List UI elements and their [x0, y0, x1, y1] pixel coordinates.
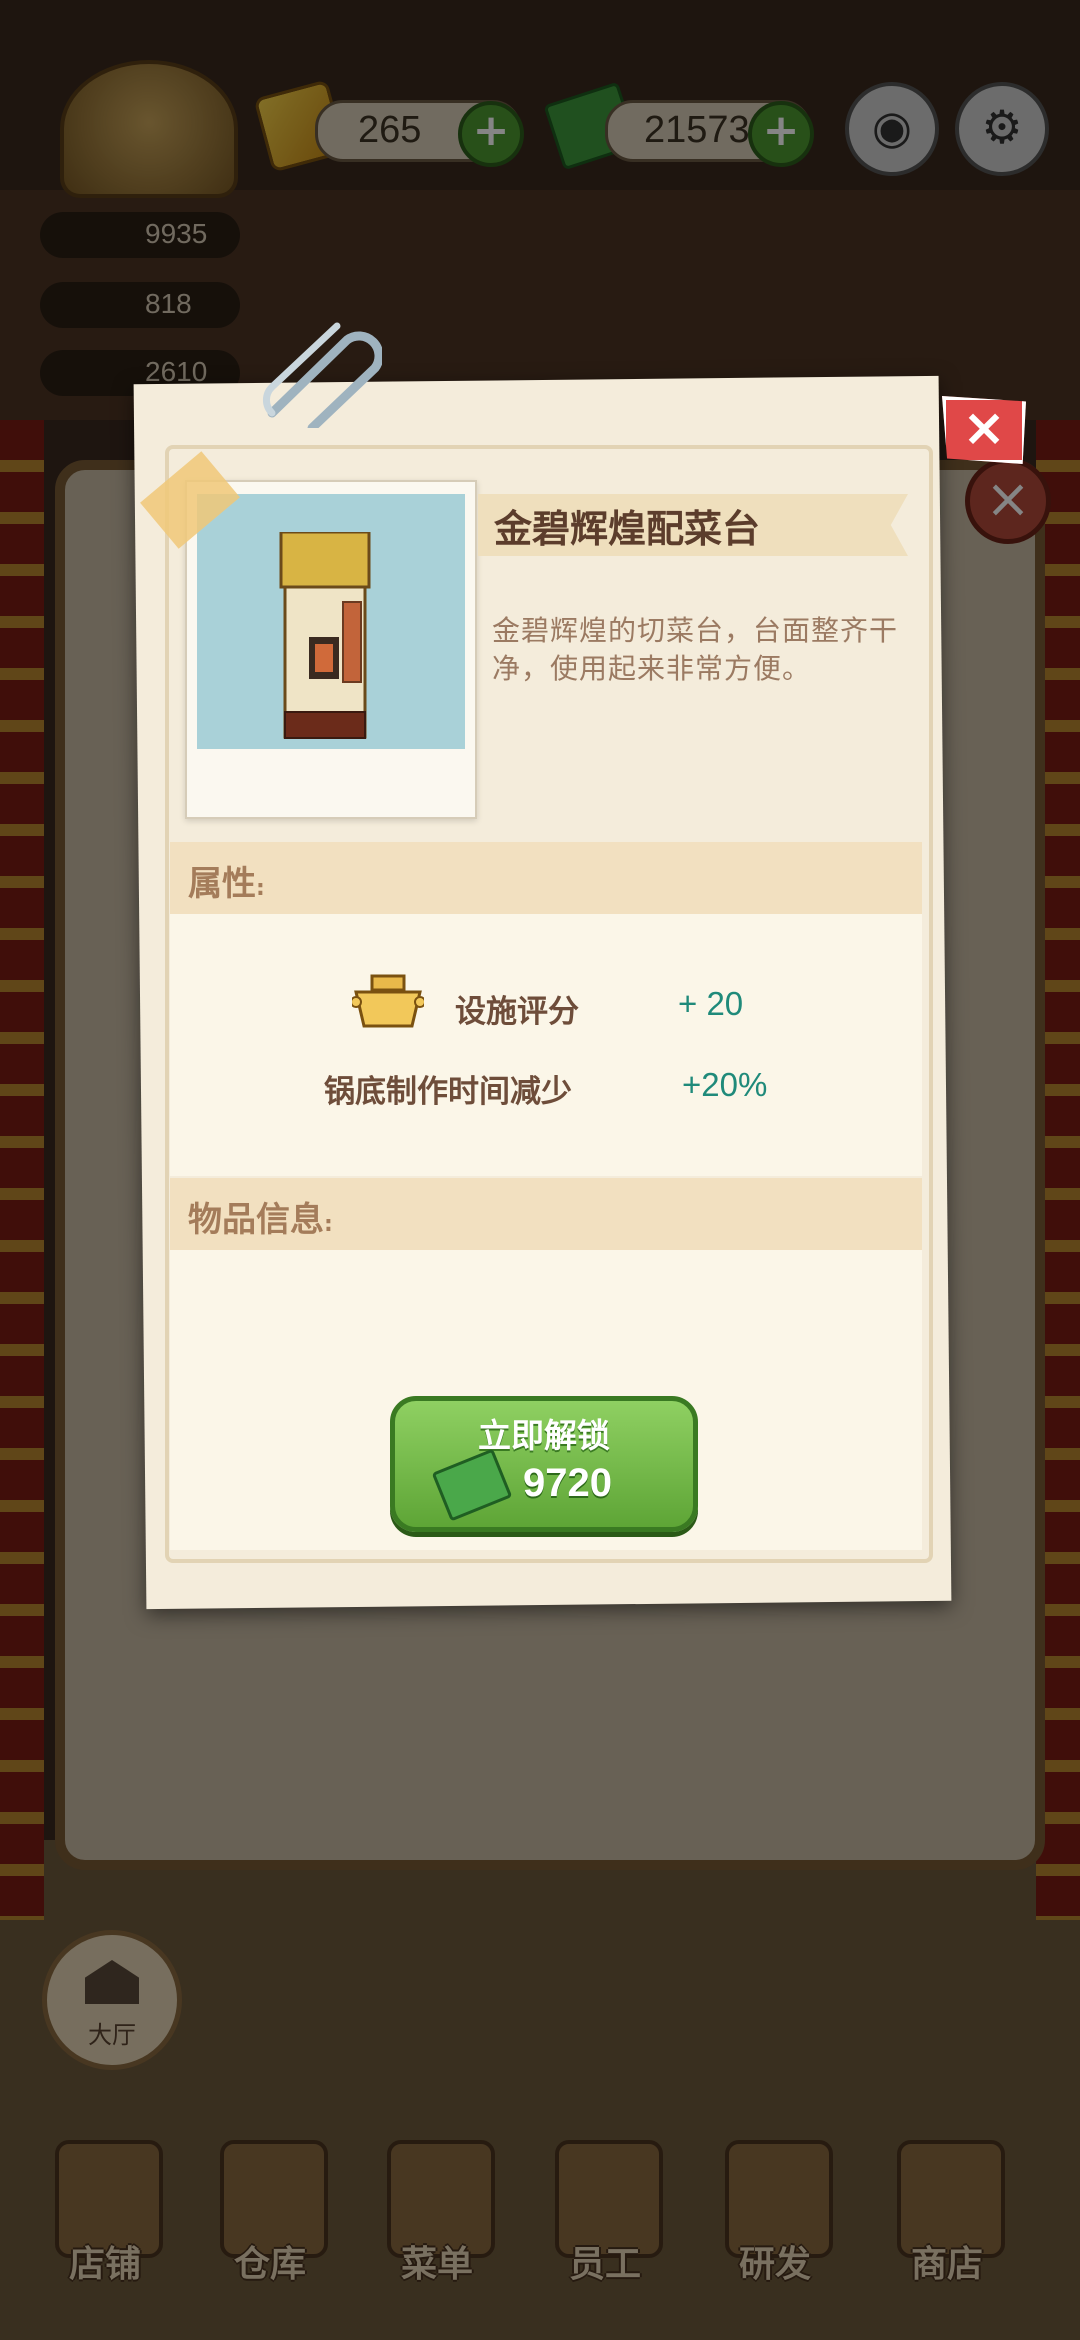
attribute-name: 锅底制作时间减少 [324, 1074, 572, 1110]
attributes-label: 属性: [188, 864, 265, 904]
item-title: 金碧辉煌配菜台 [494, 507, 761, 551]
item-photo [185, 480, 477, 819]
unlock-button-label: 立即解锁 [478, 1416, 610, 1455]
paperclip-icon [263, 322, 382, 428]
item-info-label: 物品信息: [188, 1200, 333, 1240]
unlock-price: 9720 [523, 1461, 612, 1505]
attribute-name: 设施评分 [455, 994, 579, 1030]
attributes-body [170, 914, 922, 1176]
attribute-value: + 20 [678, 985, 744, 1022]
prep-counter-image [279, 532, 371, 739]
cash-icon [431, 1448, 513, 1522]
close-icon[interactable]: × [942, 396, 1026, 464]
unlock-now-button[interactable]: 立即解锁 9720 [390, 1396, 698, 1532]
item-description: 金碧辉煌的切菜台，台面整齐干净，使用起来非常方便。 [492, 614, 899, 685]
item-info-header: 物品信息: [170, 1178, 922, 1250]
attribute-value: +20% [682, 1066, 768, 1103]
golden-pot-icon [352, 974, 424, 1028]
attributes-header: 属性: [170, 842, 922, 914]
